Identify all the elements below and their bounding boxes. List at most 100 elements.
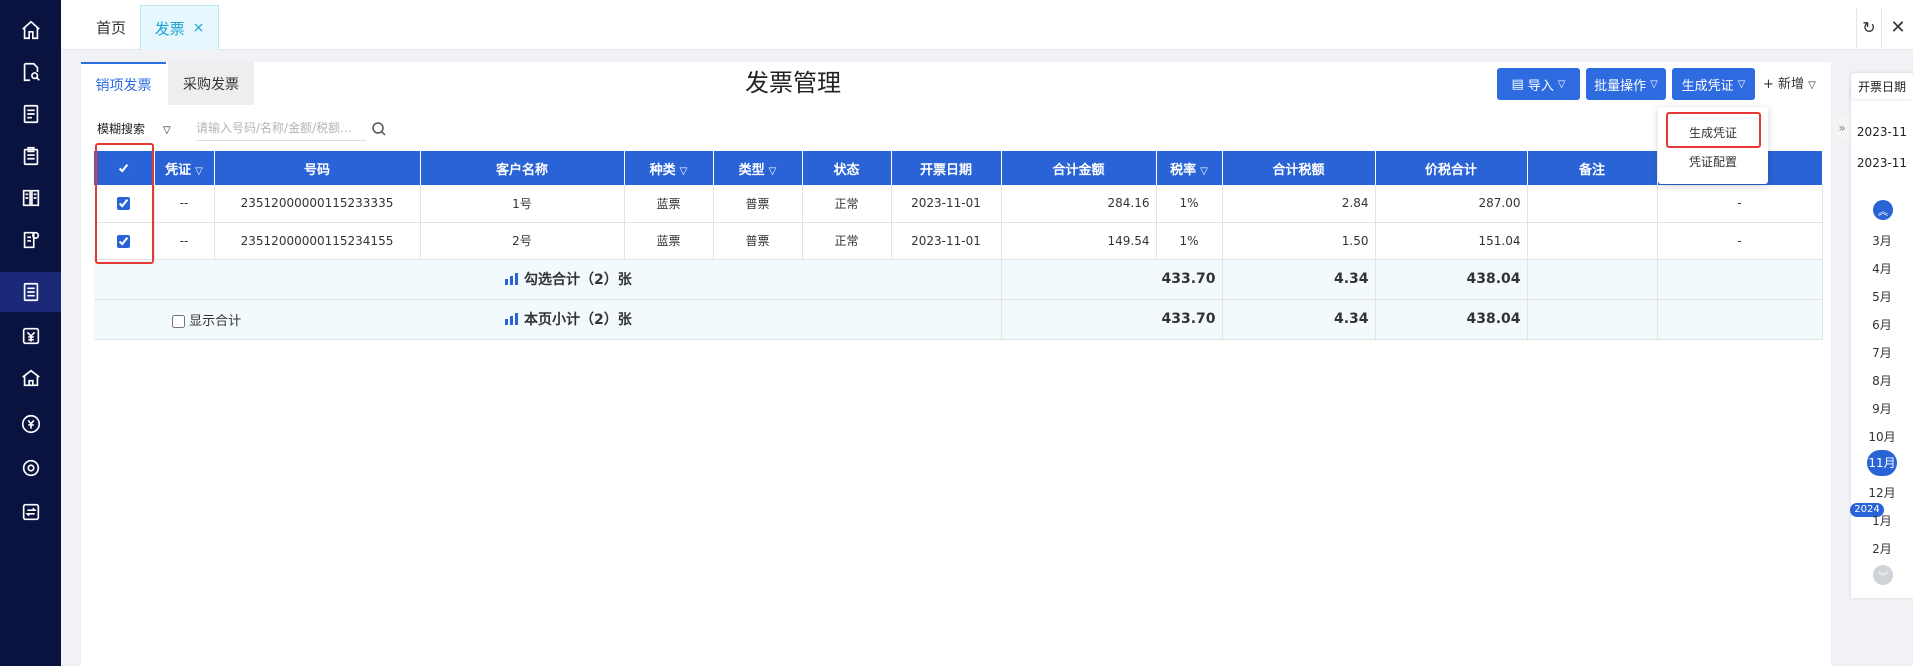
cell-tax: 2.84 — [1222, 185, 1376, 223]
header-voucher[interactable]: 凭证 ▽ — [154, 151, 215, 185]
header-type[interactable]: 类型 ▽ — [713, 151, 803, 185]
header-tax: 合计税额 — [1222, 151, 1376, 185]
gear-icon[interactable] — [0, 448, 61, 488]
tab-purchase-invoice[interactable]: 采购发票 — [168, 62, 254, 105]
generate-voucher-button[interactable]: 生成凭证 ▽ — [1672, 68, 1755, 100]
cell-type: 普票 — [713, 222, 803, 260]
menu-item-voucher-config[interactable]: 凭证配置 — [1658, 153, 1768, 170]
add-button[interactable]: + 新增 ▽ — [1763, 73, 1816, 92]
search-mode-select[interactable]: 模糊搜索 ▽ — [97, 120, 171, 137]
chevron-down-icon: ▽ — [1650, 78, 1658, 90]
chevron-down-icon: ▽ — [1200, 165, 1208, 177]
invoice-icon[interactable] — [0, 272, 61, 312]
table-row[interactable]: -- 23512000000115234155 2号 蓝票 普票 正常 2023… — [94, 222, 1823, 260]
import-icon: ▤ — [1511, 76, 1524, 92]
page-tax: 4.34 — [1222, 299, 1376, 340]
chevron-down-icon: ▽ — [679, 165, 688, 177]
building-icon[interactable] — [0, 358, 61, 398]
date-range-end[interactable]: 2023-11 — [1851, 156, 1913, 170]
header-date: 开票日期 — [891, 151, 1002, 185]
cell-date: 2023-11-01 — [891, 222, 1002, 260]
header-kind[interactable]: 种类 ▽ — [624, 151, 714, 185]
month-item[interactable]: 4月 — [1851, 260, 1913, 277]
month-item[interactable]: 12月 — [1851, 484, 1913, 501]
bar-chart-icon — [505, 313, 518, 325]
month-item[interactable]: 9月 — [1851, 400, 1913, 417]
selected-summary-row: 勾选合计（2）张 433.70 4.34 438.04 — [94, 259, 1823, 300]
header-label: 凭证 — [165, 162, 192, 178]
cell-remark — [1527, 185, 1658, 223]
add-label: + 新增 — [1763, 77, 1805, 92]
month-item[interactable]: 5月 — [1851, 288, 1913, 305]
scroll-up-icon[interactable]: ︽ — [1873, 200, 1893, 220]
table-row[interactable]: -- 23512000000115233335 1号 蓝票 普票 正常 2023… — [94, 185, 1823, 223]
yuan-icon[interactable] — [0, 316, 61, 356]
page-summary-label: 本页小计（2）张 — [524, 312, 632, 328]
import-button[interactable]: ▤ 导入 ▽ — [1497, 68, 1580, 100]
tab-invoice[interactable]: 发票 × — [140, 5, 219, 50]
batch-operation-button[interactable]: 批量操作 ▽ — [1586, 68, 1666, 100]
table-header-row: 凭证 ▽ 号码 客户名称 种类 ▽ 类型 ▽ 状态 开票日期 合计金额 税率 ▽ 合计税… — [94, 151, 1823, 185]
cell-number: 23512000000115233335 — [214, 185, 421, 223]
show-total-label: 显示合计 — [189, 313, 242, 329]
list-icon[interactable] — [0, 94, 61, 134]
tab-home-label: 首页 — [95, 19, 126, 37]
header-number: 号码 — [214, 151, 421, 185]
search-input[interactable] — [196, 115, 366, 141]
tab-sales-invoice[interactable]: 销项发票 — [81, 62, 166, 105]
close-tab-icon[interactable]: × — [193, 20, 205, 36]
selected-summary-label: 勾选合计（2）张 — [524, 272, 632, 288]
close-icon[interactable]: ✕ — [1885, 7, 1911, 47]
cell-extra: - — [1657, 222, 1823, 260]
cell-amount: 284.16 — [1001, 185, 1157, 223]
date-filter-header: 开票日期 — [1851, 73, 1913, 99]
cell-date: 2023-11-01 — [891, 185, 1002, 223]
tab-invoice-label: 发票 — [154, 19, 185, 38]
cell-tax: 1.50 — [1222, 222, 1376, 260]
cell-remark — [1527, 222, 1658, 260]
cell-extra: - — [1657, 185, 1823, 223]
header-tax-rate[interactable]: 税率 ▽ — [1156, 151, 1223, 185]
header-label: 类型 — [738, 162, 765, 178]
refresh-icon[interactable]: ↻ — [1856, 7, 1882, 47]
month-item[interactable]: 3月 — [1851, 232, 1913, 249]
header-total: 价税合计 — [1375, 151, 1528, 185]
ledger-icon[interactable] — [0, 178, 61, 218]
chevron-down-icon: ▽ — [768, 165, 777, 177]
page-total: 438.04 — [1375, 299, 1528, 340]
search-doc-icon[interactable] — [0, 52, 61, 92]
show-total-checkbox[interactable] — [172, 314, 185, 328]
cell-tax-rate: 1% — [1156, 222, 1223, 260]
cell-total: 287.00 — [1375, 185, 1528, 223]
page-title: 发票管理 — [745, 69, 841, 97]
transfer-icon[interactable] — [0, 492, 61, 532]
month-item[interactable]: 10月 — [1851, 428, 1913, 445]
yuan-circle-icon[interactable] — [0, 404, 61, 444]
expand-panel-icon[interactable]: » — [1834, 115, 1850, 141]
month-item[interactable]: 8月 — [1851, 372, 1913, 389]
scroll-down-icon[interactable]: ︾ — [1873, 565, 1893, 585]
selected-total: 438.04 — [1375, 259, 1528, 300]
invoice-table: 凭证 ▽ 号码 客户名称 种类 ▽ 类型 ▽ 状态 开票日期 合计金额 税率 ▽ 合计税… — [94, 151, 1823, 340]
clipboard-icon[interactable] — [0, 136, 61, 176]
cell-status: 正常 — [802, 185, 892, 223]
search-icon[interactable] — [371, 121, 387, 137]
month-item-active[interactable]: 11月 — [1851, 450, 1913, 476]
edit-doc-icon[interactable] — [0, 220, 61, 260]
month-item[interactable]: 6月 — [1851, 316, 1913, 333]
cell-type: 普票 — [713, 185, 803, 223]
date-range-start[interactable]: 2023-11 — [1851, 125, 1913, 139]
header-status: 状态 — [802, 151, 892, 185]
tab-home[interactable]: 首页 — [71, 5, 151, 50]
cell-voucher: -- — [154, 222, 215, 260]
search-mode-label: 模糊搜索 — [97, 122, 146, 136]
home-icon[interactable] — [0, 10, 61, 50]
cell-tax-rate: 1% — [1156, 185, 1223, 223]
cell-kind: 蓝票 — [624, 185, 714, 223]
month-item[interactable]: 7月 — [1851, 344, 1913, 361]
import-label: 导入 — [1527, 78, 1554, 94]
header-customer: 客户名称 — [420, 151, 625, 185]
cell-amount: 149.54 — [1001, 222, 1157, 260]
month-item[interactable]: 1月 — [1851, 512, 1913, 529]
month-item[interactable]: 2月 — [1851, 540, 1913, 557]
